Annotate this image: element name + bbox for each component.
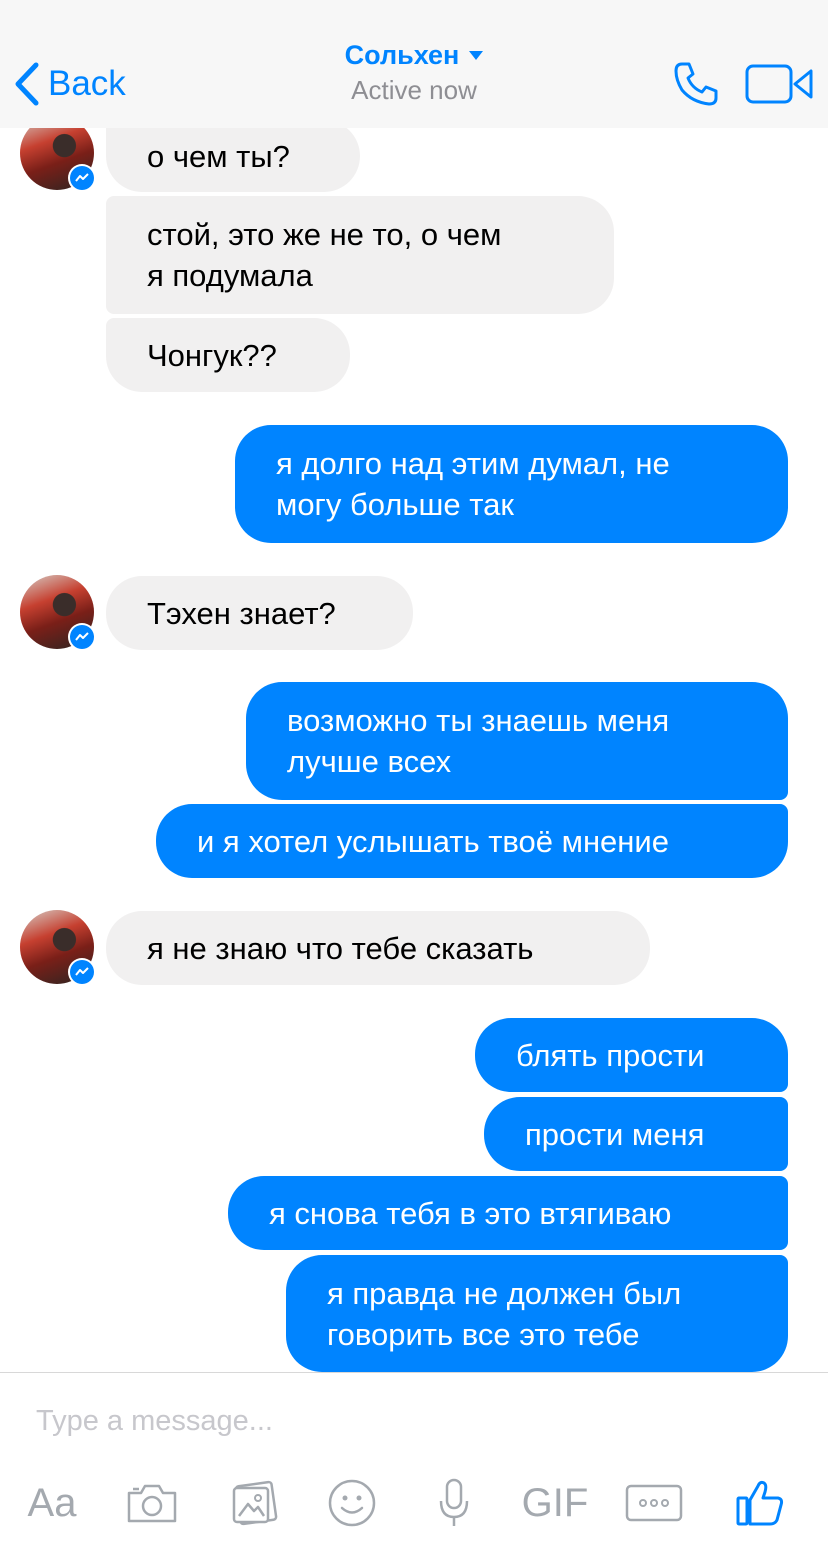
gif-icon: GIF [521,1480,589,1525]
message-text: Тэхен знает? [147,595,336,631]
gif-button[interactable]: GIF [518,1473,592,1533]
avatar[interactable] [20,575,96,651]
message-bubble-outgoing[interactable]: и я хотел услышать твоё мнение [156,804,788,878]
messenger-badge-icon [68,958,96,986]
message-bubble-incoming[interactable]: о чем ты? [106,128,360,192]
message-bubble-outgoing[interactable]: возможно ты знаешь меня лучше всех [246,682,788,800]
message-bubble-outgoing[interactable]: я снова тебя в это втягиваю [228,1176,788,1250]
contact-name: Сольхен [344,40,460,70]
messenger-badge-icon [68,164,96,192]
message-bubble-incoming[interactable]: Чонгук?? [106,318,350,392]
more-icon [625,1484,683,1522]
message-text: я снова тебя в это втягиваю [269,1195,672,1231]
contact-name-button[interactable]: Сольхен [345,40,484,71]
like-button[interactable] [732,1473,788,1533]
camera-button[interactable] [124,1473,180,1533]
microphone-icon [439,1478,469,1526]
message-text-line: я подумала [147,258,313,293]
message-text-line: я правда не должен был [327,1276,682,1311]
emoji-button[interactable] [326,1473,378,1533]
message-text: о чем ты? [147,138,290,174]
camera-icon [127,1484,177,1523]
text-format-icon: Aa [27,1480,77,1525]
video-call-button[interactable] [744,62,814,111]
avatar[interactable] [20,128,96,192]
message-text-line: могу больше так [276,487,514,522]
message-text: прости меня [525,1116,705,1152]
message-list[interactable]: о чем ты? стой, это же не то, о чем я по… [0,128,828,1372]
message-bubble-outgoing[interactable]: прости меня [484,1097,788,1171]
message-text: блять прости [516,1037,705,1073]
message-composer: Aa GIF [0,1373,828,1550]
chevron-down-icon [469,51,484,60]
message-bubble-incoming[interactable]: Тэхен знает? [106,576,413,650]
message-text: Чонгук?? [147,337,277,373]
message-bubble-outgoing[interactable]: я правда не должен был говорить все это … [286,1255,788,1372]
video-camera-icon [745,64,813,104]
message-text-line: говорить все это тебе [327,1317,640,1352]
message-bubble-incoming[interactable]: я не знаю что тебе сказать [106,911,650,985]
text-format-button[interactable]: Aa [20,1473,84,1533]
message-bubble-outgoing[interactable]: блять прости [475,1018,788,1092]
gallery-icon [232,1480,278,1526]
message-input[interactable] [36,1401,736,1441]
message-text: и я хотел услышать твоё мнение [197,823,669,859]
voice-message-button[interactable] [434,1473,474,1533]
message-text-line: я долго над этим думал, не [276,446,670,481]
message-bubble-outgoing[interactable]: я долго над этим думал, не могу больше т… [235,425,788,543]
message-bubble-incoming[interactable]: стой, это же не то, о чем я подумала [106,196,614,314]
emoji-icon [328,1479,376,1527]
message-text: я не знаю что тебе сказать [147,930,534,966]
message-text-line: стой, это же не то, о чем [147,217,502,252]
message-text-line: лучше всех [287,744,452,779]
avatar[interactable] [20,910,96,986]
message-text-line: возможно ты знаешь меня [287,703,670,738]
messenger-badge-icon [68,623,96,651]
more-button[interactable] [624,1473,684,1533]
thumbs-up-icon [736,1480,784,1526]
call-button[interactable] [672,60,720,113]
phone-icon [674,62,718,106]
conversation-header: Back Сольхен Active now [0,0,828,128]
gallery-button[interactable] [226,1473,282,1533]
